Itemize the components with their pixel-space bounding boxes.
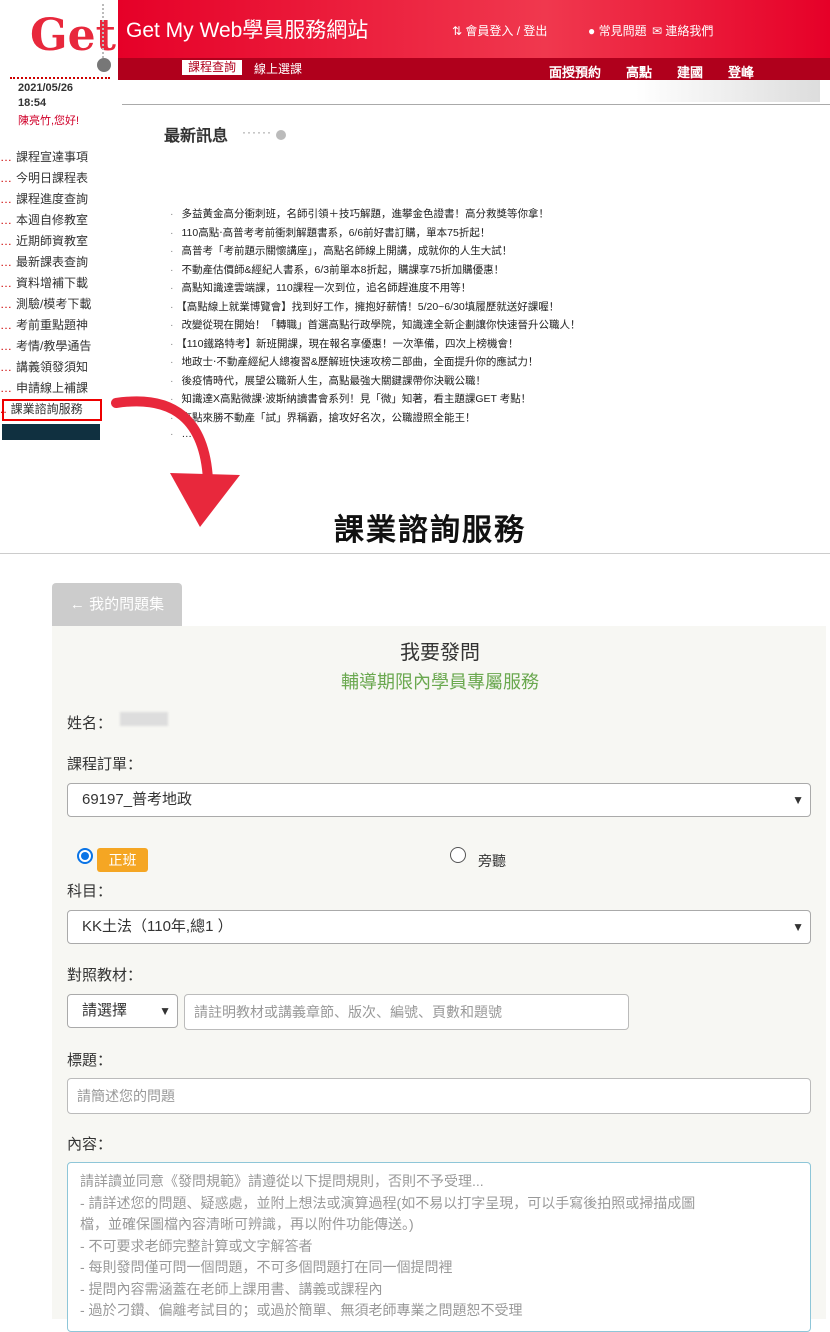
news-item[interactable]: 多益黃金高分衝刺班，名師引領＋技巧解題，進攀金色證書！高分救獎等你拿！: [170, 206, 810, 225]
nav-gaodian[interactable]: 高點: [626, 62, 652, 81]
divider: [10, 77, 110, 79]
content-hint-line: - 不可要求老師完整計算或文字解答者: [80, 1237, 313, 1254]
news-item[interactable]: 高點來勝不動產「試」界稱霸，搶攻好名次，公職證照全能王！: [170, 410, 810, 429]
divider: [102, 4, 104, 58]
news-title: 最新訊息: [164, 128, 229, 145]
tab-course-query[interactable]: 課程查詢: [182, 60, 243, 75]
sidebar-item[interactable]: … 講義領發須知: [0, 358, 104, 379]
news-item[interactable]: …: [170, 428, 810, 440]
cursor-icon: [97, 58, 111, 72]
content-label: 內容：: [67, 1136, 113, 1153]
banner-image: [636, 80, 820, 102]
material-select-value: 請選擇: [82, 1002, 128, 1019]
radio-audit-label: 旁聽: [478, 853, 506, 869]
sub-nav: 課程查詢 線上選課 面授預約 高點 建國 登峰: [118, 58, 830, 80]
my-questions-button[interactable]: ← 我的問題集: [52, 583, 182, 627]
subject-label: 科目：: [67, 883, 113, 900]
order-label: 課程訂單：: [67, 756, 143, 773]
content-hint-line: - 每則發問僅可問一個問題，不可多個問題打在同一個提問裡: [80, 1259, 453, 1275]
nav-appointment[interactable]: 面授預約: [549, 62, 601, 81]
news-item[interactable]: 後疫情時代，展望公職新人生，高點最強大關鍵課帶你決戰公職！: [170, 373, 810, 392]
content-hint-line: - 請詳述您的問題、疑惑處，並附上想法或演算過程(如不易以打字呈現，可以手寫後拍…: [80, 1194, 696, 1211]
divider: [122, 104, 830, 105]
title-input[interactable]: 請簡述您的問題: [67, 1078, 811, 1114]
login-link[interactable]: ⇅ 會員登入 / 登出: [452, 22, 547, 39]
news-item[interactable]: 高普考「考前題示關懷講座」，高點名師線上開講，成就你的人生大試！: [170, 243, 810, 262]
material-select[interactable]: 請選擇 ▼: [67, 994, 178, 1028]
news-item[interactable]: 110高點‧高普考考前衝刺解題書系，6/6前好書訂購，單本75折起！: [170, 225, 810, 244]
page-heading: 課業諮詢服務: [334, 514, 526, 547]
material-input[interactable]: 請註明教材或講義章節、版次、編號、頁數和題號: [184, 994, 629, 1030]
news-item[interactable]: 高點知識達雲端課，110課程一次到位，追名師趕進度不用等！: [170, 280, 810, 299]
time: 18:54: [18, 97, 47, 109]
greeting: 陳亮竹,您好!: [18, 115, 80, 127]
material-label: 對照教材：: [67, 967, 143, 984]
sidebar-item[interactable]: … 課程進度查詢: [0, 190, 104, 211]
chevron-down-icon: ▼: [792, 920, 804, 934]
sidebar-item[interactable]: … 申請線上補課: [0, 379, 104, 400]
sidebar-item[interactable]: … 最新課表查詢: [0, 253, 104, 274]
divider: [0, 553, 830, 554]
news-item[interactable]: 不動產估價師&經紀人書系，6/3前單本8折起，購課享75折加購優惠！: [170, 262, 810, 281]
sidebar-item[interactable]: … 今明日課程表: [0, 169, 104, 190]
nav-jianguo[interactable]: 建國: [677, 62, 703, 81]
content-hint-line: 請詳讀並同意《發問規範》請遵從以下提問規則，否則不予受理...: [80, 1173, 484, 1189]
content-hint-line: - 過於刁鑽、偏離考試目的；或過於簡單、無須老師專業之問題恕不受理: [80, 1302, 523, 1318]
chevron-down-icon: ▼: [792, 793, 804, 807]
news-title-dots: ······: [242, 125, 272, 139]
radio-regular-label: 正班: [97, 848, 148, 872]
nav-dengfeng[interactable]: 登峰: [728, 62, 754, 81]
contact-link[interactable]: ✉ 連絡我們: [652, 22, 713, 39]
order-select-value: 69197_普考地政: [82, 791, 193, 808]
title-label: 標題：: [67, 1052, 113, 1069]
sidebar: … 課程宣達事項 … 今明日課程表 … 課程進度查詢 … 本週自修教室 … 近期師資教室 …: [0, 148, 104, 421]
order-select[interactable]: 69197_普考地政 ▼: [67, 783, 811, 817]
content-hint-line: 檔，並確保圖檔內容清晰可辨識，再以附件功能傳送。): [80, 1216, 414, 1232]
header-banner: Get My Web學員服務網站 ⇅ 會員登入 / 登出 ● 常見問題 ✉ 連絡…: [118, 0, 830, 58]
cursor-icon: [276, 130, 286, 140]
content-textarea[interactable]: 請詳讀並同意《發問規範》請遵從以下提問規則，否則不予受理... - 請詳述您的問…: [67, 1162, 811, 1332]
subject-select[interactable]: KK土法（110年,總1 ） ▼: [67, 910, 811, 944]
news-item[interactable]: 【110鐵路特考】新班開課，現在報名享優惠！一次準備，四次上榜機會！: [170, 336, 810, 355]
sidebar-item[interactable]: … 本週自修教室: [0, 211, 104, 232]
curved-arrow-icon: [111, 396, 240, 527]
news-item[interactable]: 改變從現在開始！「轉職」首選高點行政學院，知識達全新企劃讓你快速晉升公職人！: [170, 317, 810, 336]
news-list: 多益黃金高分衝刺班，名師引領＋技巧解題，進攀金色證書！高分救獎等你拿！ 110高…: [170, 206, 810, 440]
site-title: Get My Web學員服務網站: [126, 19, 369, 42]
news-item[interactable]: 知識達X高點微課‧波斯納讀書會系列！見「微」知著，看主題課GET 考點！: [170, 391, 810, 410]
sidebar-item[interactable]: … 考情/教學通告: [0, 337, 104, 358]
subject-select-value: KK土法（110年,總1 ）: [82, 918, 233, 935]
ad-banner[interactable]: [2, 424, 100, 440]
redacted-name: [120, 712, 168, 726]
sidebar-item[interactable]: … 近期師資教室: [0, 232, 104, 253]
highlight-box: [2, 399, 102, 421]
form-subtitle: 輔導期限內學員專屬服務: [341, 672, 539, 692]
form-title: 我要發問: [400, 642, 480, 664]
news-item[interactable]: 【高點線上就業博覽會】找到好工作，擁抱好薪情！5/20~6/30填履歷就送好課喔…: [170, 299, 810, 318]
faq-link[interactable]: ● 常見問題: [588, 22, 647, 39]
site-screenshot: Get Get My Web學員服務網站 ⇅ 會員登入 / 登出 ● 常見問題 …: [0, 0, 830, 440]
name-label: 姓名：: [67, 715, 113, 732]
sidebar-item[interactable]: … 測驗/模考下載: [0, 295, 104, 316]
date: 2021/05/26: [18, 82, 74, 94]
news-item[interactable]: 地政士‧不動產經紀人總複習&歷解班快速攻榜二部曲，全面提升你的應試力！: [170, 354, 810, 373]
radio-regular[interactable]: [77, 848, 93, 864]
chevron-down-icon: ▼: [159, 1004, 171, 1018]
sidebar-item[interactable]: … 課程宣達事項: [0, 148, 104, 169]
content-hint-line: - 提問內容需涵蓋在老師上課用書、講義或課程內: [80, 1280, 383, 1297]
sidebar-item[interactable]: … 考前重點題神: [0, 316, 104, 337]
tab-online-enroll[interactable]: 線上選課: [254, 60, 302, 77]
sidebar-item[interactable]: … 資料增補下載: [0, 274, 104, 295]
radio-audit[interactable]: [450, 847, 466, 863]
